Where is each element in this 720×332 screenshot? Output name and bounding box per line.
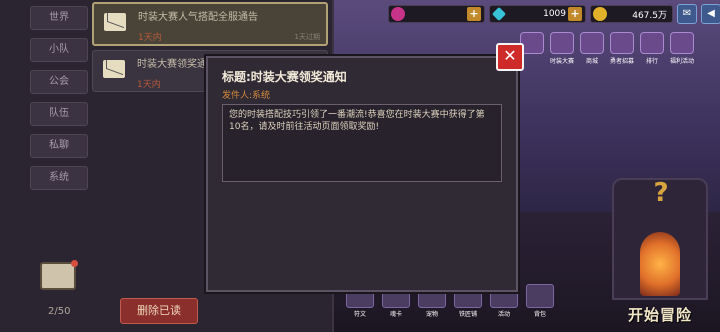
welfare-icon	[670, 32, 694, 54]
start-adventure-button[interactable]: 开始冒险	[628, 304, 692, 325]
dialog-title: 标题:时装大赛领奖通知	[222, 70, 347, 84]
tab-world[interactable]: 世界	[30, 6, 88, 30]
delete-read-button[interactable]: 删除已读	[120, 298, 198, 324]
hero-recruit-button[interactable]: 勇者招募	[610, 32, 634, 65]
hero-recruit-icon	[610, 32, 634, 54]
mail-item[interactable]: 时装大赛人气搭配全服通告 1天内 1天过期	[92, 2, 328, 46]
gems-value: 1009	[543, 9, 566, 19]
coins-value: 467.5万	[632, 10, 667, 21]
ranking-button[interactable]: 排行	[640, 32, 664, 65]
sound-icon[interactable]: ◀	[701, 4, 720, 24]
coins-resource: 467.5万	[590, 5, 673, 23]
welfare-button[interactable]: 福利活动	[670, 32, 694, 65]
feature-icon-row: 时装大赛 商城 勇者招募 排行 福利活动	[520, 32, 694, 65]
dialog-sender: 发件人:系统	[222, 91, 271, 101]
tab-private[interactable]: 私聊	[30, 134, 88, 158]
mail-received: 1天内	[137, 80, 161, 90]
heart-icon	[391, 7, 405, 21]
gems-resource: 1009 +	[489, 5, 586, 23]
fashion-contest-icon	[550, 32, 574, 54]
mail-icon[interactable]: ✉	[677, 4, 697, 24]
bag-icon	[526, 284, 554, 308]
add-hearts-button[interactable]: +	[467, 7, 481, 21]
tab-guild[interactable]: 公会	[30, 70, 88, 94]
mail-expire: 1天过期	[294, 33, 320, 41]
envelope-icon	[103, 60, 125, 78]
hearts-resource: +	[388, 5, 485, 23]
mail-title: 时装大赛人气搭配全服通告	[138, 12, 258, 23]
ranking-icon	[640, 32, 664, 54]
tab-system[interactable]: 系统	[30, 166, 88, 190]
mail-title: 时装大赛领奖通知	[137, 59, 217, 70]
shop-icon	[580, 32, 604, 54]
close-icon[interactable]: ✕	[496, 43, 524, 71]
dialog-body: 您的时装搭配技巧引领了一番潮流!恭喜您在时装大赛中获得了第10名，请及时前往活动…	[222, 104, 502, 182]
fashion-contest-button[interactable]: 时装大赛	[550, 32, 574, 65]
add-gems-button[interactable]: +	[568, 7, 582, 21]
envelope-icon	[104, 13, 126, 31]
shop-button[interactable]: 商城	[580, 32, 604, 65]
dialog-body-text: 您的时装搭配技巧引领了一番潮流!恭喜您在时装大赛中获得了第10名，请及时前往活动…	[229, 110, 485, 132]
tab-team[interactable]: 队伍	[30, 102, 88, 126]
chat-tabs: 世界 小队 公会 队伍 私聊 系统	[30, 6, 88, 198]
question-mark-icon: ?	[653, 178, 669, 208]
mail-received: 1天内	[138, 33, 162, 43]
tab-squad[interactable]: 小队	[30, 38, 88, 62]
mail-envelope-icon[interactable]	[40, 260, 78, 290]
coin-icon	[593, 7, 607, 21]
mail-detail-dialog: 标题:时装大赛领奖通知 发件人:系统 您的时装搭配技巧引领了一番潮流!恭喜您在时…	[206, 56, 518, 292]
adventure-portal[interactable]	[640, 232, 680, 296]
bag-button[interactable]: 背包	[524, 284, 556, 318]
mail-count: 2/50	[48, 306, 71, 317]
gem-icon	[491, 6, 507, 22]
notification-dot	[71, 260, 78, 267]
resource-bar: + 1009 + 467.5万 ✉ ◀ ⚙	[388, 4, 720, 24]
